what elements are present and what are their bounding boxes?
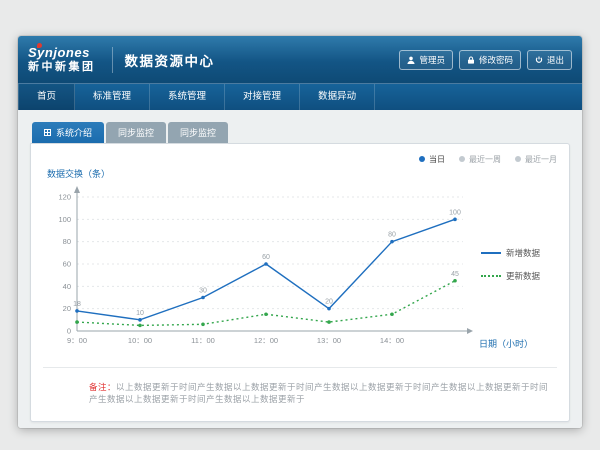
logout-button[interactable]: 退出: [527, 50, 572, 70]
series-line-icon: [481, 252, 501, 254]
admin-user-label: 管理员: [419, 54, 445, 66]
series-legend-item-2[interactable]: 更新数据: [481, 270, 557, 282]
svg-text:18: 18: [73, 301, 81, 308]
nav-item-2[interactable]: 标准管理: [75, 84, 150, 110]
legend-dot-icon: [459, 156, 465, 162]
chart-panel: 当日 最近一周 最近一月 数据交换（条） 0 20 40 60 80 100 120 9：00 10…: [30, 143, 570, 422]
header-divider: [112, 47, 113, 73]
legend-dot-icon: [515, 156, 521, 162]
svg-text:0: 0: [67, 327, 71, 336]
nav-item-5[interactable]: 数据异动: [300, 84, 375, 110]
change-password-button[interactable]: 修改密码: [459, 50, 521, 70]
note-text: 以上数据更新于时间产生数据以上数据更新于时间产生数据以上数据更新于时间产生数据以…: [89, 382, 548, 404]
range-filter-1[interactable]: 当日: [419, 154, 445, 165]
tab-label: 系统介绍: [56, 126, 92, 139]
logo-accent-dot: [37, 43, 42, 48]
tab-3[interactable]: 同步监控: [168, 122, 228, 143]
y-axis-title: 数据交换（条）: [47, 167, 557, 180]
range-filter-label: 当日: [429, 154, 445, 165]
svg-text:13：00: 13：00: [317, 336, 341, 345]
svg-text:100: 100: [449, 209, 461, 216]
nav-list: 首页标准管理系统管理对接管理数据异动: [18, 84, 582, 110]
note: 备注：以上数据更新于时间产生数据以上数据更新于时间产生数据以上数据更新于时间产生…: [43, 381, 557, 405]
svg-text:120: 120: [58, 193, 71, 202]
admin-user-button[interactable]: 管理员: [399, 50, 453, 70]
svg-text:10：00: 10：00: [128, 336, 152, 345]
logout-label: 退出: [547, 54, 564, 66]
svg-text:60: 60: [262, 254, 270, 261]
svg-text:14：00: 14：00: [380, 336, 404, 345]
logo-text: Synjones: [28, 46, 96, 60]
tab-2[interactable]: 同步监控: [106, 122, 166, 143]
svg-text:10: 10: [136, 310, 144, 317]
range-filter-legend: 当日 最近一周 最近一月: [43, 152, 557, 166]
divider: [43, 367, 557, 368]
grid-icon: [44, 129, 51, 136]
legend-dot-icon: [419, 156, 425, 162]
svg-text:100: 100: [58, 215, 71, 224]
tab-1[interactable]: 系统介绍: [32, 122, 104, 143]
content-area: 系统介绍 同步监控 同步监控 当日 最近一周 最近一月 数据交换（条） 0 20 40 60 8…: [18, 110, 582, 428]
svg-text:30: 30: [199, 288, 207, 295]
svg-text:80: 80: [388, 232, 396, 239]
logout-icon: [535, 56, 543, 64]
lock-icon: [467, 56, 475, 64]
svg-text:20: 20: [63, 304, 71, 313]
range-filter-2[interactable]: 最近一周: [459, 154, 501, 165]
series-legend-item-1[interactable]: 新增数据: [481, 247, 557, 259]
tab-bar: 系统介绍 同步监控 同步监控: [32, 122, 570, 143]
x-axis-title: 日期（小时）: [479, 337, 533, 350]
series-legend-label: 新增数据: [506, 247, 540, 259]
nav-item-1[interactable]: 首页: [18, 84, 75, 110]
range-filter-label: 最近一周: [469, 154, 501, 165]
logo[interactable]: Synjones 新中新集团: [28, 46, 100, 73]
chart-row: 0 20 40 60 80 100 120 9：00 10：00 11：00 12：00 13：00 1…: [43, 183, 557, 359]
series-legend: 新增数据更新数据: [477, 247, 557, 282]
tab-label: 同步监控: [118, 126, 154, 139]
nav-item-4[interactable]: 对接管理: [225, 84, 300, 110]
main-nav: 首页标准管理系统管理对接管理数据异动: [18, 83, 582, 110]
series-legend-label: 更新数据: [506, 270, 540, 282]
range-filter-label: 最近一月: [525, 154, 557, 165]
svg-text:40: 40: [63, 282, 71, 291]
app-header: Synjones 新中新集团 数据资源中心 管理员 修改密码 退出: [18, 36, 582, 83]
logo-subtext: 新中新集团: [28, 62, 96, 74]
range-filter-3[interactable]: 最近一月: [515, 154, 557, 165]
svg-text:60: 60: [63, 260, 71, 269]
series-line-icon: [481, 275, 501, 277]
user-icon: [407, 56, 415, 64]
svg-text:45: 45: [451, 271, 459, 278]
nav-item-3[interactable]: 系统管理: [150, 84, 225, 110]
change-password-label: 修改密码: [479, 54, 513, 66]
line-chart: 0 20 40 60 80 100 120 9：00 10：00 11：00 12：00 13：00 1…: [43, 183, 477, 359]
svg-text:20: 20: [325, 299, 333, 306]
svg-text:12：00: 12：00: [254, 336, 278, 345]
tab-label: 同步监控: [180, 126, 216, 139]
svg-text:9：00: 9：00: [67, 336, 87, 345]
note-label: 备注：: [89, 382, 116, 392]
page-title: 数据资源中心: [125, 50, 215, 70]
svg-text:11：00: 11：00: [191, 336, 215, 345]
svg-text:80: 80: [63, 237, 71, 246]
app-window: Synjones 新中新集团 数据资源中心 管理员 修改密码 退出: [18, 36, 582, 428]
